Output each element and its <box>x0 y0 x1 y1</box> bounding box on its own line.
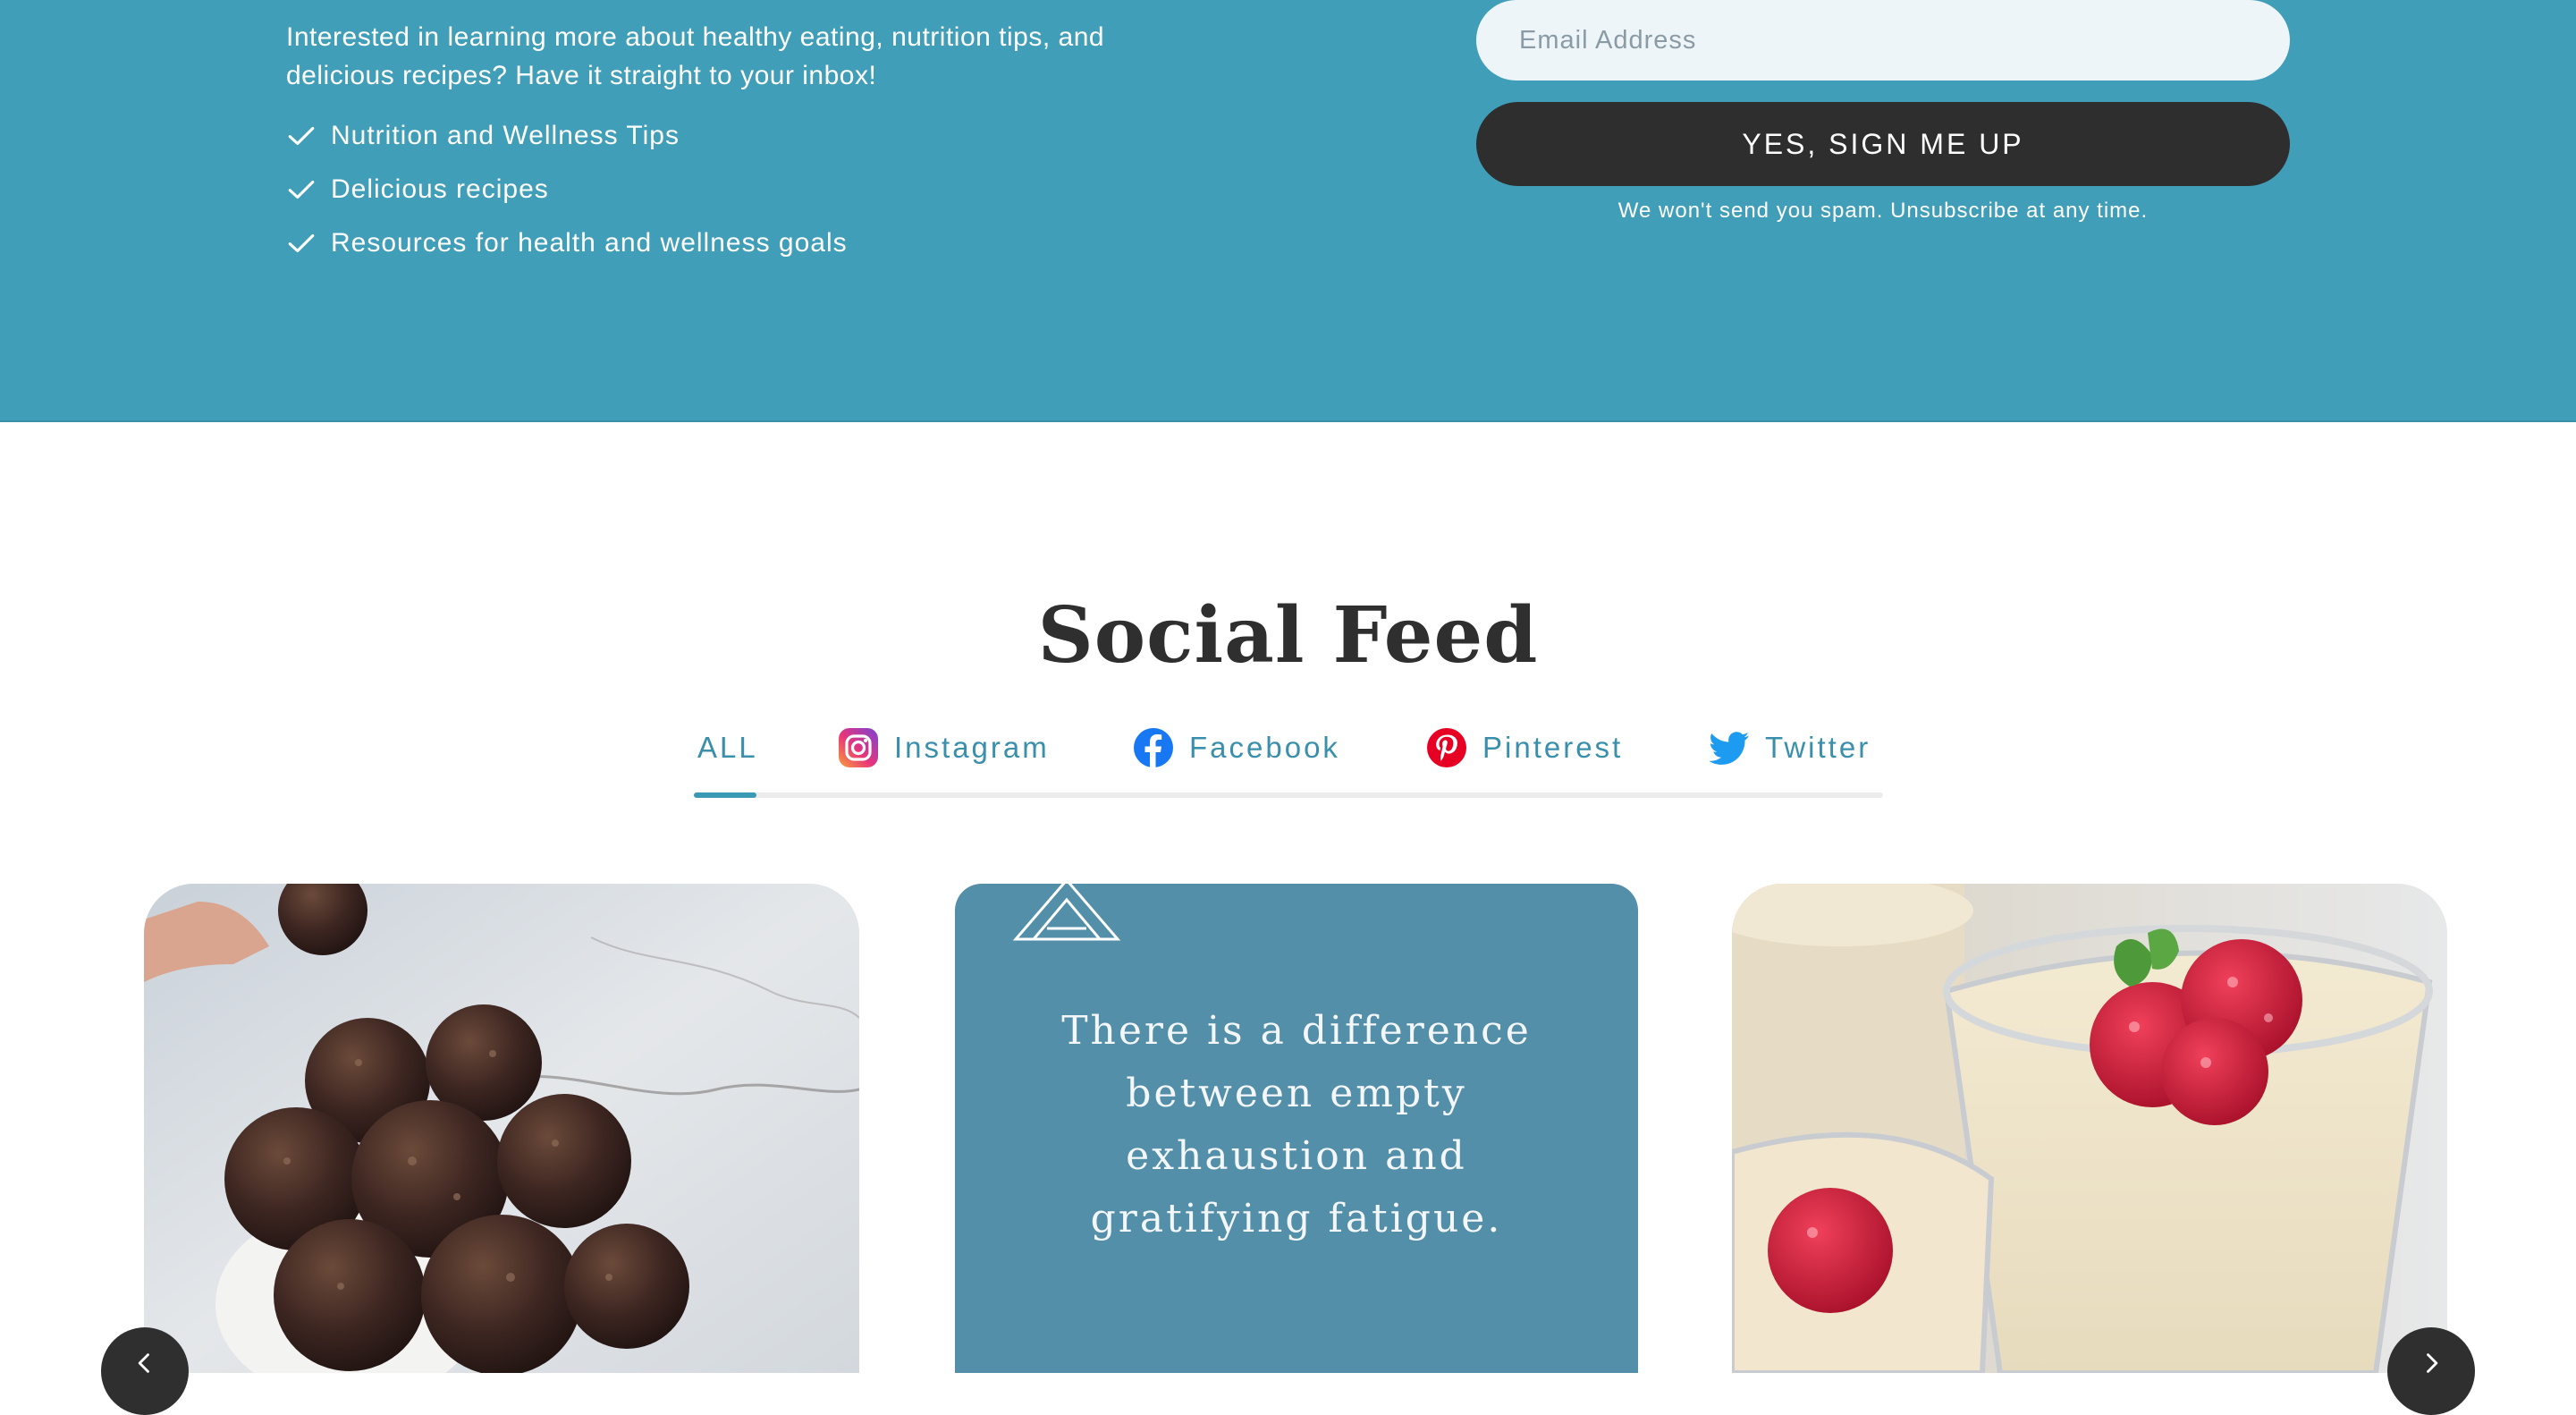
social-post-card[interactable]: There is a difference between empty exha… <box>955 884 1638 1373</box>
brand-logo-icon <box>1012 884 1121 941</box>
tabs-track <box>694 792 1883 798</box>
tab-label: Facebook <box>1189 731 1340 764</box>
list-item: Resources for health and wellness goals <box>286 216 848 270</box>
check-icon <box>286 174 317 205</box>
raspberry-pudding-photo <box>1732 884 2447 1373</box>
carousel-prev-button[interactable] <box>101 1327 189 1415</box>
benefit-label: Resources for health and wellness goals <box>331 228 848 258</box>
tab-pinterest[interactable]: Pinterest <box>1425 723 1623 773</box>
list-item: Delicious recipes <box>286 163 848 216</box>
tab-all[interactable]: ALL <box>697 723 758 773</box>
tab-label: Twitter <box>1765 731 1871 764</box>
chevron-left-icon <box>138 1353 149 1373</box>
spam-disclaimer: We won't send you spam. Unsubscribe at a… <box>1617 199 2149 223</box>
newsletter-section: Interested in learning more about health… <box>0 0 2576 422</box>
active-tab-indicator <box>694 792 756 798</box>
tab-twitter[interactable]: Twitter <box>1708 723 1871 773</box>
list-item: Nutrition and Wellness Tips <box>286 109 848 163</box>
pinterest-icon <box>1425 726 1468 769</box>
newsletter-benefits-list: Nutrition and Wellness Tips Delicious re… <box>286 109 848 270</box>
newsletter-intro: Interested in learning more about health… <box>286 22 1105 90</box>
email-field[interactable] <box>1476 0 2290 80</box>
social-filter-tabs: ALL Instagram Facebook Pinterest Twitter <box>694 698 1883 798</box>
instagram-icon <box>837 726 880 769</box>
facebook-icon <box>1132 726 1175 769</box>
carousel-next-button[interactable] <box>2387 1327 2475 1415</box>
social-post-card[interactable] <box>144 884 859 1373</box>
tab-facebook[interactable]: Facebook <box>1132 723 1340 773</box>
check-icon <box>286 228 317 258</box>
benefit-label: Delicious recipes <box>331 174 549 204</box>
tab-label: Instagram <box>894 731 1050 764</box>
sign-up-button[interactable]: YES, SIGN ME UP <box>1476 102 2290 186</box>
chevron-right-icon <box>2427 1353 2438 1373</box>
benefit-label: Nutrition and Wellness Tips <box>331 121 680 150</box>
energy-balls-photo <box>144 884 859 1373</box>
check-icon <box>286 121 317 151</box>
tab-label: Pinterest <box>1482 731 1624 764</box>
quote-text: There is a difference between empty exha… <box>1061 1008 1532 1241</box>
tab-label: ALL <box>697 731 758 764</box>
social-post-card[interactable] <box>1732 884 2447 1373</box>
tab-instagram[interactable]: Instagram <box>837 723 1050 773</box>
twitter-icon <box>1708 726 1751 769</box>
section-title: Social Feed <box>1037 590 1539 681</box>
